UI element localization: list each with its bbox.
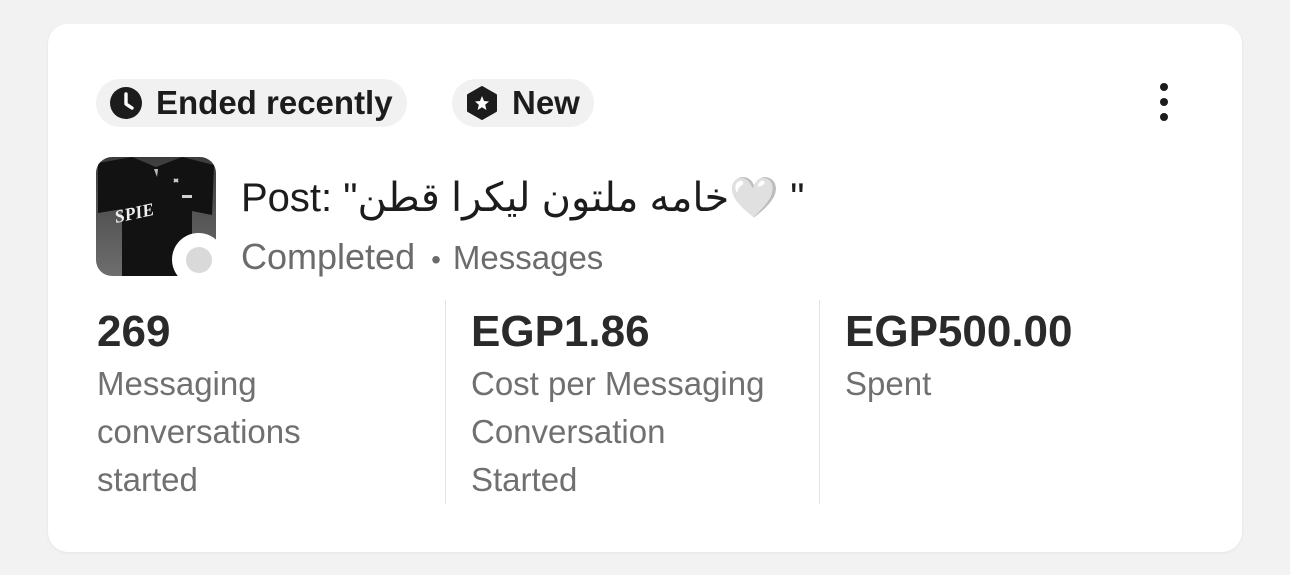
metric-label: Cost per Messaging Conversation Started xyxy=(471,365,765,498)
metric-divider xyxy=(819,300,820,504)
ended-recently-label: Ended recently xyxy=(156,84,393,121)
campaign-card[interactable]: Ended recently New SPIE Post: "خامه ملتو… xyxy=(48,24,1242,552)
metric-label: Spent xyxy=(845,365,932,402)
metric-value: 269 xyxy=(97,307,171,356)
metric-label: Messaging conversations started xyxy=(97,365,301,498)
ad-objective: Messages xyxy=(452,239,604,276)
metric-value: EGP1.86 xyxy=(471,307,650,356)
metric-results: 269 Messaging conversations started xyxy=(97,306,427,516)
metric-spent: EGP500.00 Spent xyxy=(845,306,1185,516)
more-vertical-icon xyxy=(1160,83,1168,91)
ad-subline: Completed • Messages xyxy=(241,236,603,278)
new-badge: New xyxy=(452,79,594,127)
metric-value: EGP500.00 xyxy=(845,307,1073,356)
ended-recently-badge: Ended recently xyxy=(96,79,407,127)
more-options-button[interactable] xyxy=(1146,80,1182,124)
hexagon-star-icon xyxy=(464,85,500,121)
ad-title[interactable]: Post: "خامه ملتون ليكرا قطن🤍 " xyxy=(241,174,1121,221)
metric-cost-per-result: EGP1.86 Cost per Messaging Conversation … xyxy=(471,306,831,516)
new-label: New xyxy=(512,84,580,121)
clock-icon xyxy=(108,85,144,121)
status-indicator xyxy=(172,233,225,286)
metric-divider xyxy=(445,300,446,504)
ad-status: Completed xyxy=(241,236,416,277)
separator-dot: • xyxy=(431,244,441,275)
